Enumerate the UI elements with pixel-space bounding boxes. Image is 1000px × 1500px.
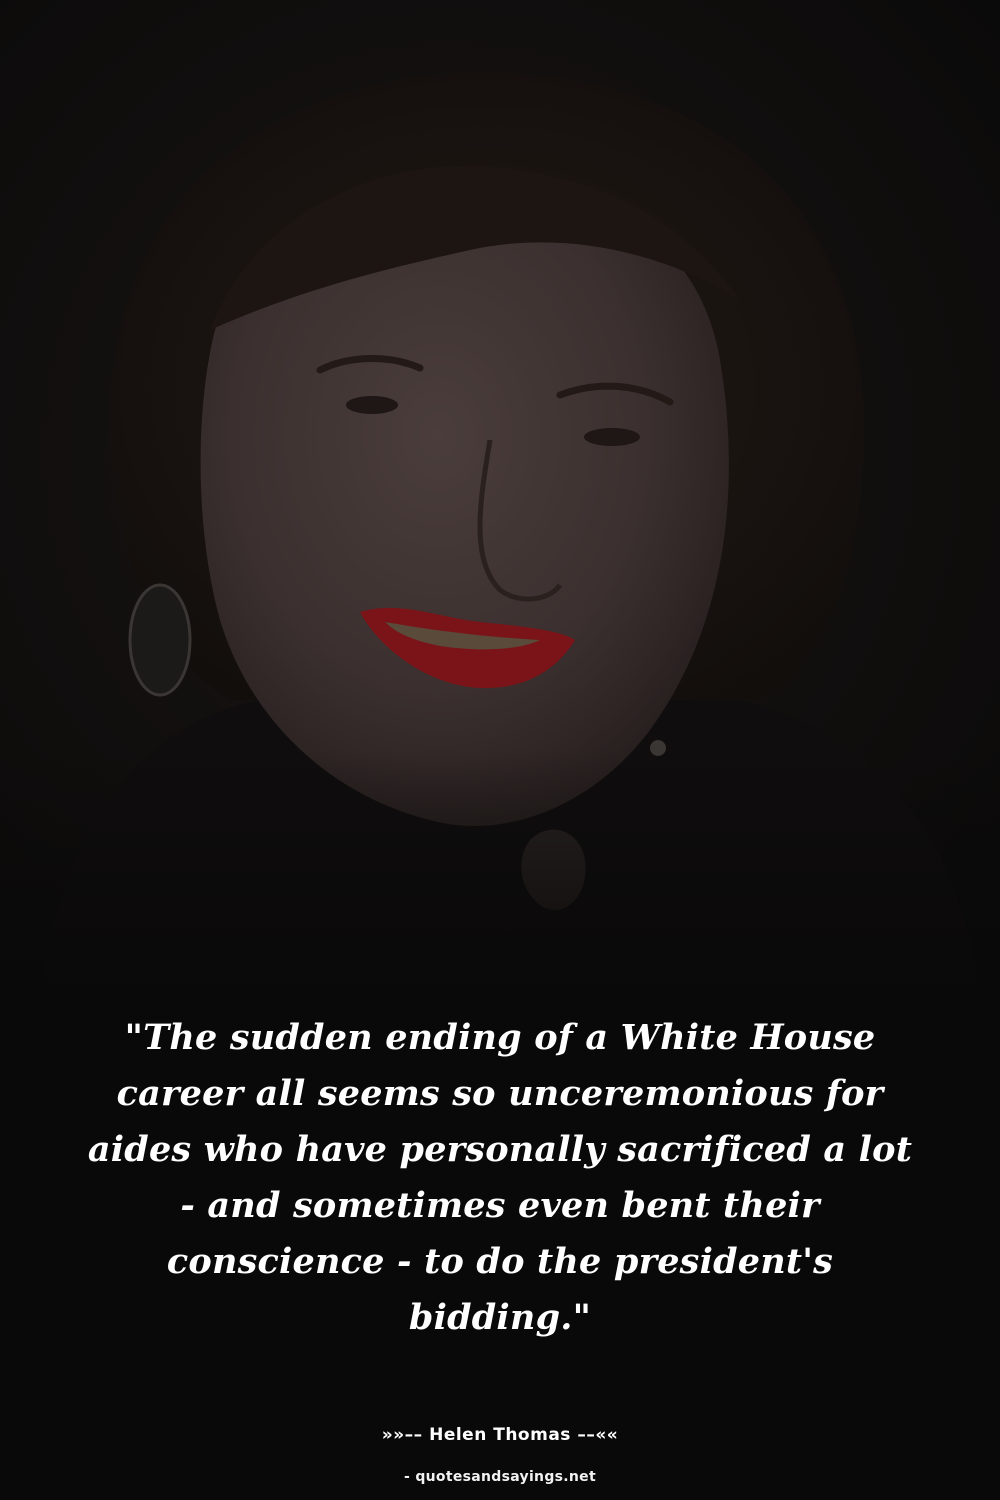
quote-block: "The sudden ending of a White House care…: [80, 1010, 920, 1346]
quote-text: "The sudden ending of a White House care…: [87, 1017, 913, 1338]
portrait-photo: [0, 0, 1000, 1000]
quote-card: "The sudden ending of a White House care…: [0, 0, 1000, 1500]
source-watermark: - quotesandsayings.net: [404, 1469, 596, 1485]
author-attribution: »»–– Helen Thomas ––««: [381, 1425, 619, 1445]
